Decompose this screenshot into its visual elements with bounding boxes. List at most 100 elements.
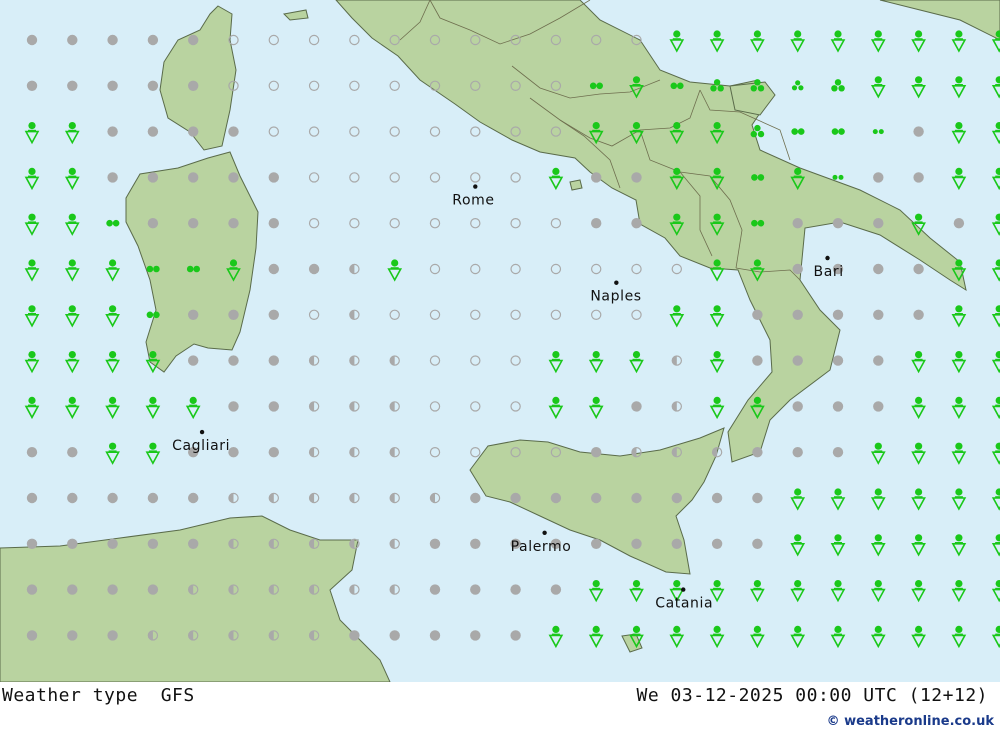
symbol-overcast (389, 630, 400, 641)
symbol-overcast (188, 126, 199, 137)
symbol-overcast (913, 126, 924, 137)
symbol-overcast (510, 492, 521, 504)
symbol-overcast (228, 218, 239, 229)
symbol-overcast (873, 218, 884, 229)
symbol-overcast (873, 309, 884, 320)
city-label: Naples (590, 289, 641, 305)
symbol-overcast (591, 447, 602, 458)
symbol-overcast (873, 401, 884, 412)
symbol-overcast (188, 80, 199, 92)
city-marker (681, 587, 686, 592)
symbol-overcast (188, 492, 199, 504)
symbol-overcast (147, 34, 159, 46)
symbol-overcast (671, 492, 682, 504)
symbol-overcast (470, 538, 481, 549)
symbol-overcast (188, 218, 199, 229)
symbol-overcast (268, 263, 279, 275)
symbol-overcast (26, 630, 38, 641)
symbol-overcast (107, 538, 118, 549)
symbol-overcast (107, 80, 118, 92)
symbol-overcast (67, 492, 78, 504)
symbol-overcast (631, 401, 642, 412)
symbol-overcast (752, 538, 763, 549)
city-label: Bari (814, 264, 844, 280)
symbol-overcast (268, 401, 279, 412)
symbol-overcast (429, 584, 441, 595)
weather-type-map: Rome Naples Bari Cagliari Palermo Catania (0, 0, 1000, 682)
symbol-overcast (107, 584, 118, 595)
city-label: Palermo (511, 539, 572, 555)
symbol-overcast (792, 447, 803, 458)
ischia (569, 179, 583, 191)
city-marker (199, 429, 205, 435)
symbol-overcast (268, 355, 279, 366)
symbol-overcast (228, 355, 239, 366)
symbol-overcast (26, 34, 38, 46)
symbol-overcast (268, 309, 279, 320)
symbol-overcast (107, 492, 118, 504)
symbol-overcast (147, 172, 159, 183)
symbol-overcast (631, 218, 642, 229)
symbol-overcast (228, 309, 239, 320)
symbol-overcast (591, 172, 602, 183)
symbol-overcast (913, 263, 924, 275)
symbol-overcast (550, 584, 562, 595)
symbol-overcast (832, 218, 844, 229)
symbol-overcast (832, 401, 844, 412)
city-marker (542, 530, 547, 536)
symbol-overcast (792, 309, 803, 320)
symbol-overcast (913, 309, 924, 320)
symbol-overcast (953, 218, 965, 229)
symbol-overcast (591, 218, 602, 229)
symbol-overcast (792, 263, 803, 275)
symbol-overcast (349, 630, 360, 641)
symbol-overcast (832, 355, 844, 366)
symbol-overcast (188, 355, 199, 366)
symbol-overcast (429, 630, 441, 641)
symbol-overcast (188, 34, 199, 46)
symbol-overcast (107, 630, 118, 641)
symbol-overcast (26, 538, 38, 549)
symbol-overcast (188, 538, 199, 549)
symbol-overcast (752, 355, 763, 366)
symbol-overcast (268, 218, 279, 229)
symbol-overcast (147, 126, 159, 137)
city-label: Catania (655, 596, 713, 612)
credit-link[interactable]: © weatheronline.co.uk (827, 714, 994, 729)
symbol-overcast (107, 172, 118, 183)
symbol-overcast (510, 630, 521, 641)
symbol-overcast (913, 172, 924, 183)
symbol-overcast (67, 80, 78, 92)
symbol-overcast (107, 34, 118, 46)
symbol-overcast (107, 126, 118, 137)
symbol-overcast (711, 492, 723, 504)
symbol-overcast (631, 492, 642, 504)
symbol-overcast (671, 538, 682, 549)
symbol-overcast (631, 172, 642, 183)
symbol-overcast (228, 126, 239, 137)
symbol-overcast (147, 492, 159, 504)
city-label: Cagliari (172, 438, 230, 454)
symbol-overcast (873, 172, 884, 183)
symbol-overcast (67, 584, 78, 595)
symbol-overcast (792, 218, 803, 229)
symbol-overcast (147, 584, 159, 595)
city-marker (473, 184, 478, 189)
symbol-overcast (67, 538, 78, 549)
symbol-overcast (147, 538, 159, 549)
map-datetime: We 03-12-2025 00:00 UTC (12+12) (636, 685, 988, 706)
symbol-overcast (470, 584, 481, 595)
weather-map: Rome Naples Bari Cagliari Palermo Catania (0, 0, 1000, 682)
symbol-overcast (711, 538, 723, 549)
symbol-overcast (26, 492, 38, 504)
symbol-overcast (67, 447, 78, 458)
symbol-overcast (228, 401, 239, 412)
city-marker (614, 280, 619, 285)
symbol-overcast (873, 263, 884, 275)
symbol-overcast (752, 447, 763, 458)
city-label: Rome (452, 193, 494, 209)
symbol-overcast (591, 492, 602, 504)
symbol-overcast (752, 492, 763, 504)
map-title: Weather type GFS (2, 685, 195, 706)
symbol-overcast (228, 172, 239, 183)
